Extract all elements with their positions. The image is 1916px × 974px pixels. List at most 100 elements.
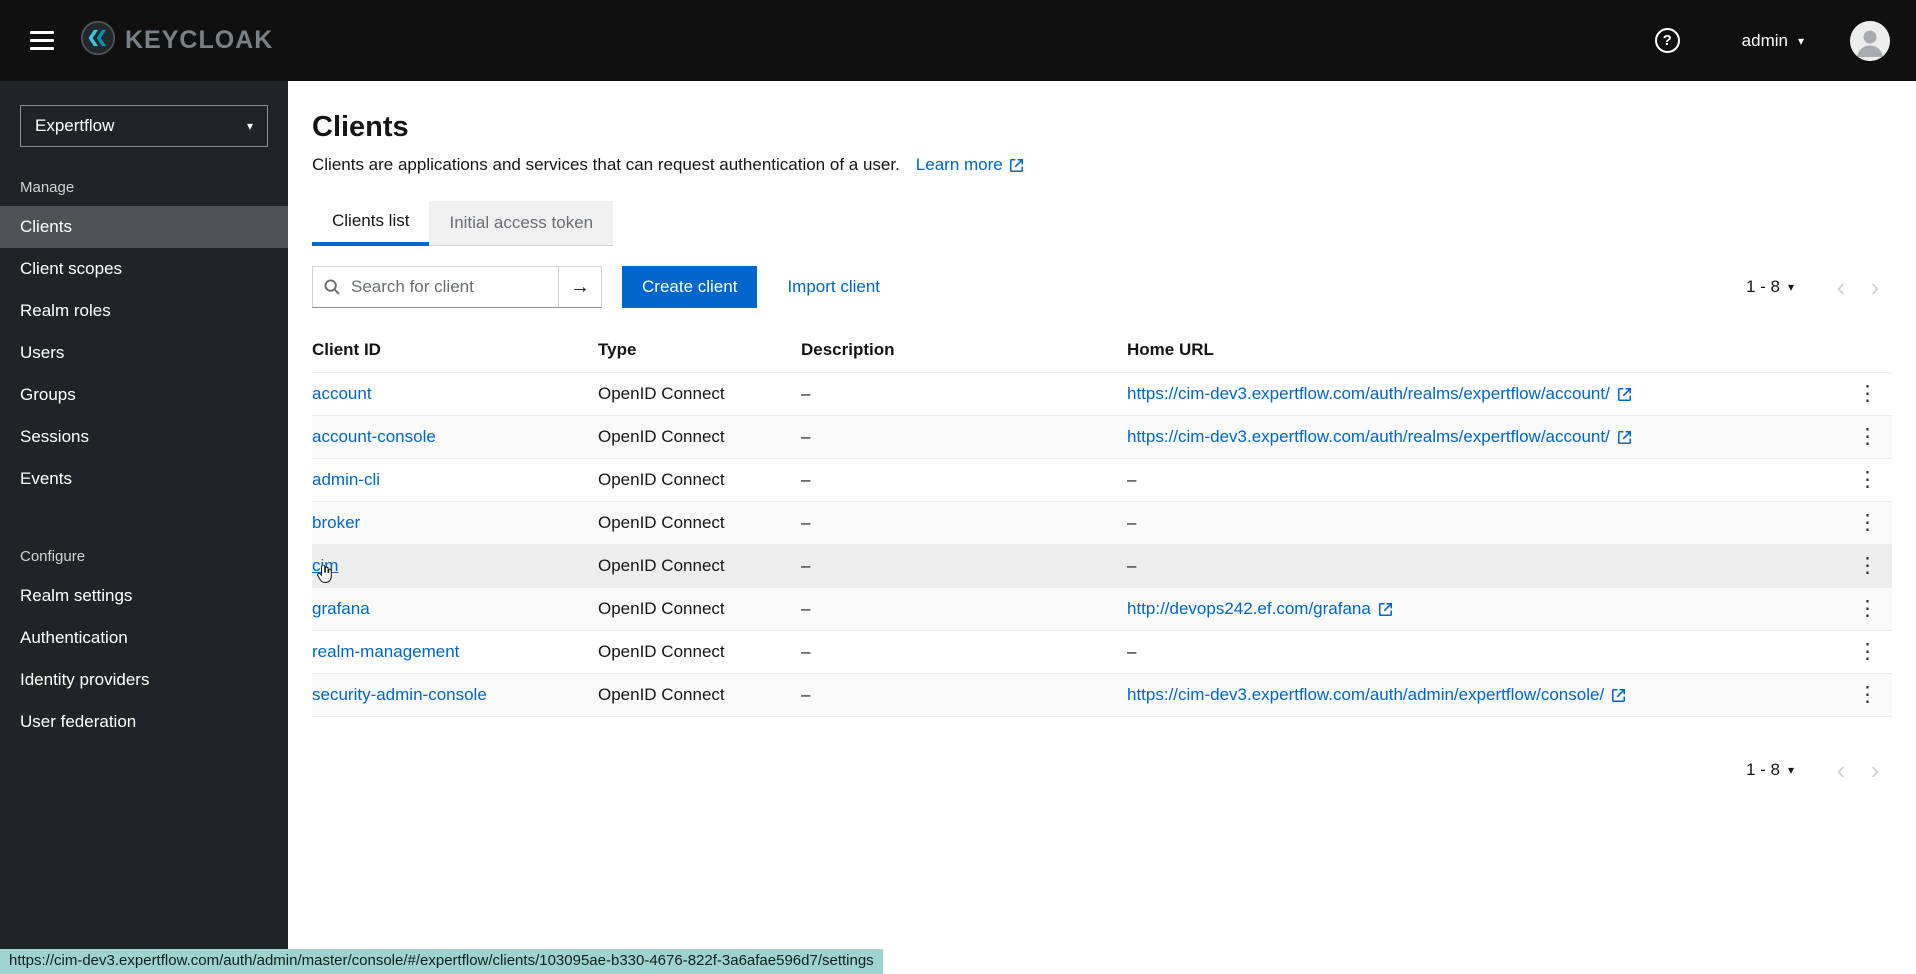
import-client-link[interactable]: Import client (787, 277, 880, 297)
home-url-cell: http://devops242.ef.com/grafana (1127, 588, 1843, 631)
sidebar-item-realm-settings[interactable]: Realm settings (0, 575, 288, 617)
external-link-icon (1612, 689, 1625, 702)
avatar[interactable] (1850, 21, 1890, 61)
client-id-link[interactable]: grafana (312, 599, 370, 618)
home-url-cell: https://cim-dev3.expertflow.com/auth/rea… (1127, 373, 1843, 416)
column-header: Client ID (312, 328, 598, 373)
search-input[interactable] (349, 276, 548, 298)
caret-down-icon: ▾ (1788, 763, 1794, 777)
top-pagination: 1 - 8 ▾ ‹ › (1746, 270, 1892, 304)
sidebar-item-users[interactable]: Users (0, 332, 288, 374)
table-header-row: Client IDTypeDescriptionHome URL (312, 328, 1892, 373)
row-actions-cell: ⋮ (1843, 502, 1892, 545)
hamburger-menu-button[interactable] (22, 24, 62, 58)
row-actions-kebab-button[interactable]: ⋮ (1847, 555, 1888, 576)
column-header: Description (801, 328, 1127, 373)
external-link-icon (1010, 159, 1023, 172)
learn-more-link[interactable]: Learn more (916, 155, 1023, 175)
pagination-prev-button[interactable]: ‹ (1824, 753, 1858, 787)
tab-initial-access-token[interactable]: Initial access token (429, 201, 613, 246)
table-row: account-consoleOpenID Connect–https://ci… (312, 416, 1892, 459)
client-id-link[interactable]: account-console (312, 427, 436, 446)
username-label: admin (1742, 31, 1788, 51)
sidebar-item-user-federation[interactable]: User federation (0, 701, 288, 743)
home-url-link[interactable]: https://cim-dev3.expertflow.com/auth/rea… (1127, 427, 1631, 447)
sidebar-item-sessions[interactable]: Sessions (0, 416, 288, 458)
client-id-link[interactable]: realm-management (312, 642, 459, 661)
row-actions-kebab-button[interactable]: ⋮ (1847, 684, 1888, 705)
row-actions-cell: ⋮ (1843, 459, 1892, 502)
sidebar-item-events[interactable]: Events (0, 458, 288, 500)
brand-wordmark: KEYCLOAK (125, 26, 273, 55)
sidebar-item-authentication[interactable]: Authentication (0, 617, 288, 659)
pagination-prev-button[interactable]: ‹ (1824, 270, 1858, 304)
home-url-cell: – (1127, 502, 1843, 545)
client-type-cell: OpenID Connect (598, 459, 801, 502)
table-row: brokerOpenID Connect––⋮ (312, 502, 1892, 545)
row-actions-kebab-button[interactable]: ⋮ (1847, 469, 1888, 490)
sidebar-item-identity-providers[interactable]: Identity providers (0, 659, 288, 701)
search-box (312, 266, 559, 308)
column-header: Home URL (1127, 328, 1843, 373)
client-type-cell: OpenID Connect (598, 545, 801, 588)
toolbar: → Create client Import client 1 - 8 ▾ ‹ … (312, 266, 1892, 308)
nav-section-title: Manage (0, 157, 288, 206)
row-actions-kebab-button[interactable]: ⋮ (1847, 383, 1888, 404)
client-id-link[interactable]: security-admin-console (312, 685, 487, 704)
pagination-range-label: 1 - 8 (1746, 277, 1780, 297)
home-url-cell: – (1127, 545, 1843, 588)
client-description-cell: – (801, 373, 1127, 416)
pagination-next-button[interactable]: › (1858, 753, 1892, 787)
keycloak-logo[interactable]: KEYCLOAK (80, 20, 273, 61)
client-id-link[interactable]: admin-cli (312, 470, 380, 489)
realm-selector[interactable]: Expertflow ▾ (20, 105, 268, 147)
home-url-text: https://cim-dev3.expertflow.com/auth/rea… (1127, 384, 1610, 404)
client-id-link[interactable]: cim (312, 556, 338, 575)
pagination-range-dropdown[interactable]: 1 - 8 ▾ (1746, 760, 1794, 780)
sidebar-item-clients[interactable]: Clients (0, 206, 288, 248)
pagination-next-button[interactable]: › (1858, 270, 1892, 304)
row-actions-cell: ⋮ (1843, 416, 1892, 459)
table-row: realm-managementOpenID Connect––⋮ (312, 631, 1892, 674)
row-actions-cell: ⋮ (1843, 631, 1892, 674)
row-actions-kebab-button[interactable]: ⋮ (1847, 641, 1888, 662)
home-url-text: https://cim-dev3.expertflow.com/auth/rea… (1127, 427, 1610, 447)
search-submit-button[interactable]: → (559, 266, 602, 308)
actions-column-header (1843, 328, 1892, 373)
tab-clients-list[interactable]: Clients list (312, 201, 429, 246)
table-row: cimOpenID Connect––⋮ (312, 545, 1892, 588)
row-actions-kebab-button[interactable]: ⋮ (1847, 426, 1888, 447)
search-client-group: → (312, 266, 602, 308)
search-icon (323, 278, 341, 296)
client-id-link[interactable]: account (312, 384, 372, 403)
clients-table-body: accountOpenID Connect–https://cim-dev3.e… (312, 373, 1892, 717)
client-description-cell: – (801, 631, 1127, 674)
pagination-range-dropdown[interactable]: 1 - 8 ▾ (1746, 277, 1794, 297)
sidebar-item-client-scopes[interactable]: Client scopes (0, 248, 288, 290)
home-url-cell: – (1127, 459, 1843, 502)
help-icon[interactable]: ? (1655, 28, 1680, 53)
client-id-link[interactable]: broker (312, 513, 360, 532)
row-actions-cell: ⋮ (1843, 373, 1892, 416)
user-menu[interactable]: admin ▾ (1742, 31, 1804, 51)
home-url-cell: https://cim-dev3.expertflow.com/auth/adm… (1127, 674, 1843, 717)
row-actions-kebab-button[interactable]: ⋮ (1847, 598, 1888, 619)
sidebar-item-realm-roles[interactable]: Realm roles (0, 290, 288, 332)
home-url-link[interactable]: https://cim-dev3.expertflow.com/auth/adm… (1127, 685, 1625, 705)
table-row: security-admin-consoleOpenID Connect–htt… (312, 674, 1892, 717)
create-client-button[interactable]: Create client (622, 266, 757, 308)
table-row: admin-cliOpenID Connect––⋮ (312, 459, 1892, 502)
home-url-link[interactable]: https://cim-dev3.expertflow.com/auth/rea… (1127, 384, 1631, 404)
client-id-cell: cim (312, 545, 598, 588)
sidebar-item-groups[interactable]: Groups (0, 374, 288, 416)
sidebar: Expertflow ▾ ManageClientsClient scopesR… (0, 81, 288, 974)
client-id-cell: realm-management (312, 631, 598, 674)
row-actions-kebab-button[interactable]: ⋮ (1847, 512, 1888, 533)
table-row: accountOpenID Connect–https://cim-dev3.e… (312, 373, 1892, 416)
column-header: Type (598, 328, 801, 373)
client-id-cell: broker (312, 502, 598, 545)
caret-down-icon: ▾ (1798, 34, 1804, 48)
row-actions-cell: ⋮ (1843, 545, 1892, 588)
realm-selector-value: Expertflow (35, 116, 114, 136)
home-url-link[interactable]: http://devops242.ef.com/grafana (1127, 599, 1392, 619)
